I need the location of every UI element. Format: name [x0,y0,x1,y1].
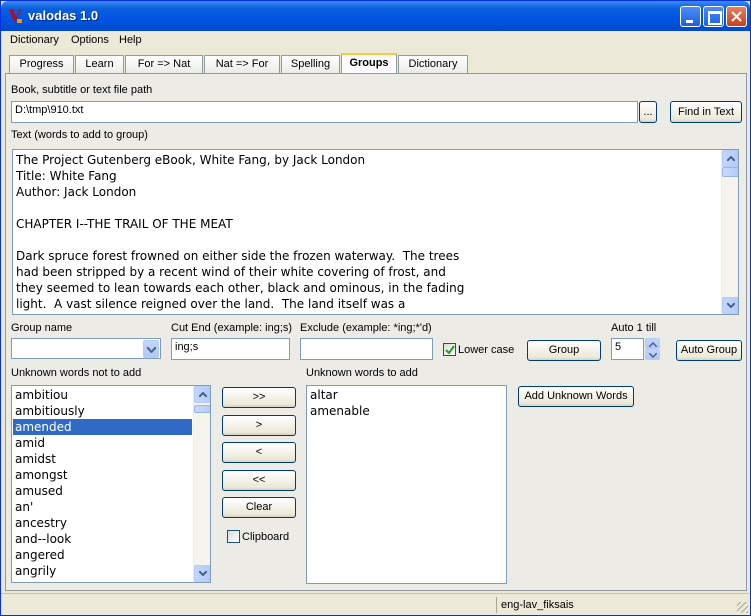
resize-grip-icon[interactable] [737,602,748,613]
scroll-thumb[interactable] [194,405,210,413]
group-name-label: Group name [11,322,73,334]
list-item[interactable]: and--look [13,531,192,547]
unknown-not-add-label: Unknown words not to add [11,367,142,379]
unknown-not-add-list[interactable]: ambitiou ambitiously amended amid amidst amon… [11,385,211,583]
text-line: The Project Gutenberg eBook, White Fang,… [16,153,366,167]
text-line: CHAPTER I--THE TRAIL OF THE MEAT [16,217,233,231]
text-area-label: Text (words to add to group) [11,129,148,141]
find-in-text-button[interactable]: Find in Text [670,101,742,123]
tab-spelling[interactable]: Spelling [281,55,340,74]
status-dictionary: eng-lav_fiksais [496,597,736,613]
list-item[interactable]: ambitiously [13,403,192,419]
tab-nat-for[interactable]: Nat => For [204,55,280,74]
scroll-thumb[interactable] [722,167,738,177]
chevron-up-icon [649,342,657,347]
tab-for-nat[interactable]: For => Nat [125,55,203,74]
chevron-down-icon [649,353,657,358]
maximize-button[interactable] [703,6,724,27]
text-line: had been stripped by a recent wind of th… [16,265,446,279]
tab-progress[interactable]: Progress [9,55,74,74]
exclude-label: Exclude (example: *ing;*'d) [300,322,432,334]
list-item[interactable]: angrily [13,563,192,579]
list-item[interactable]: ambitiou [13,387,192,403]
chevron-down-icon [727,303,735,308]
app-logo-icon: V [8,6,22,25]
group-button[interactable]: Group [527,340,601,361]
scroll-down-button[interactable] [722,297,738,314]
remove-all-button[interactable]: << [222,470,296,491]
list-item[interactable]: amongst [13,467,192,483]
chevron-down-icon [199,571,207,576]
list-item[interactable]: altar [308,387,504,403]
unknown-to-add-list[interactable]: altar amenable [306,385,507,584]
close-icon [731,11,742,22]
menu-dictionary[interactable]: Dictionary [10,34,59,46]
window-title: valodas 1.0 [28,8,99,23]
text-line: they seemed to lean towards each other, … [16,281,465,295]
status-bar: eng-lav_fiksais [1,593,750,615]
lower-case-label: Lower case [458,344,515,356]
chevron-up-icon [199,392,207,397]
group-name-dropdown-button[interactable] [143,340,159,358]
auto-label: Auto 1 till [611,322,657,334]
list-item[interactable]: amidst [13,451,192,467]
unknown-list-scrollbar[interactable] [193,386,210,582]
list-item[interactable]: amused [13,483,192,499]
unknown-not-add-items: ambitiou ambitiously amended amid amidst amon… [13,387,192,579]
tab-dictionary[interactable]: Dictionary [398,55,468,74]
scroll-down-button[interactable] [194,565,210,582]
list-item[interactable]: ancestry [13,515,192,531]
close-button[interactable] [726,6,747,27]
text-area-content: The Project Gutenberg eBook, White Fang,… [16,152,464,312]
group-name-combo[interactable] [11,338,161,359]
text-area[interactable]: The Project Gutenberg eBook, White Fang,… [12,149,739,315]
text-line: Author: Jack London [16,185,137,199]
clear-button[interactable]: Clear [222,497,296,518]
add-all-button[interactable]: >> [222,387,296,408]
menu-options[interactable]: Options [71,34,109,46]
book-path-label: Book, subtitle or text file path [11,84,153,96]
list-item[interactable]: amenable [308,403,504,419]
text-line: light. A vast silence reigned over the l… [16,297,406,311]
unknown-to-add-items: altar amenable [308,387,504,419]
text-area-scrollbar[interactable] [721,150,738,314]
list-item[interactable]: amended [13,419,192,435]
chevron-down-icon [147,347,156,353]
spin-up-button[interactable] [645,338,660,349]
list-item[interactable]: an' [13,499,192,515]
menu-help[interactable]: Help [119,34,142,46]
checkmark-icon [445,345,455,355]
list-item[interactable]: amid [13,435,192,451]
book-path-input[interactable]: D:\tmp\910.txt [11,101,638,123]
remove-one-button[interactable]: < [222,442,296,463]
tab-learn[interactable]: Learn [75,55,124,74]
menu-bar: Dictionary Options Help [1,31,750,51]
cut-end-input[interactable]: ing;s [171,338,290,360]
tab-groups[interactable]: Groups [341,53,397,74]
auto-group-button[interactable]: Auto Group [676,340,742,361]
text-line: Dark spruce forest frowned on either sid… [16,249,460,263]
title-bar[interactable]: V valodas 1.0 [1,1,750,31]
text-line [16,200,464,216]
app-window: V valodas 1.0 Dictionary Options Help Pr… [0,0,751,616]
spin-down-button[interactable] [645,349,660,360]
text-line [16,232,464,248]
chevron-up-icon [727,156,735,161]
add-one-button[interactable]: > [222,415,296,436]
minimize-button[interactable] [680,6,701,27]
auto-value-input[interactable]: 5 [611,338,644,360]
add-unknown-words-button[interactable]: Add Unknown Words [518,386,634,407]
text-line: Title: White Fang [16,169,117,183]
browse-button[interactable]: ... [639,101,657,123]
list-item[interactable]: angered [13,547,192,563]
scroll-up-button[interactable] [194,386,210,403]
groups-panel: Book, subtitle or text file path D:\tmp\… [5,73,747,591]
scroll-up-button[interactable] [722,150,738,167]
clipboard-checkbox[interactable] [227,530,240,543]
lower-case-checkbox[interactable] [443,343,456,356]
unknown-to-add-label: Unknown words to add [306,367,418,379]
clipboard-label: Clipboard [242,531,290,543]
cut-end-label: Cut End (example: ing;s) [171,322,293,334]
exclude-input[interactable] [300,338,433,360]
